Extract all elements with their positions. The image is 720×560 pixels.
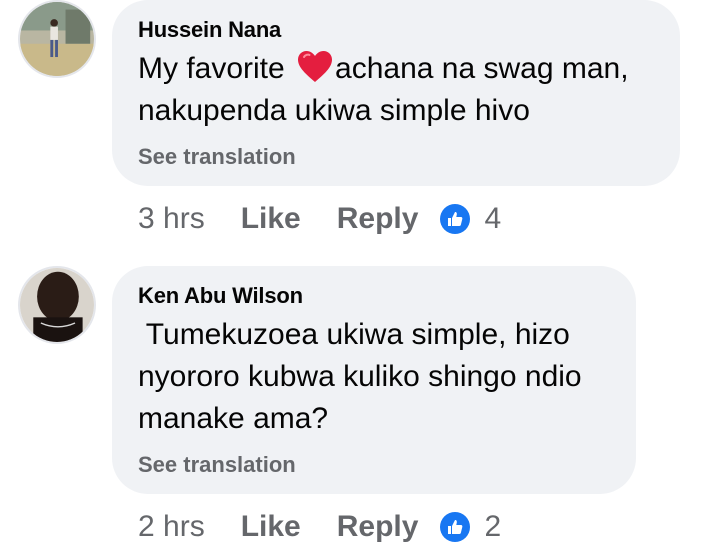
comment-text-part: achana na swag man, [335,52,629,85]
red-heart-icon [297,50,333,84]
comment-text-part: manake ama? [138,402,329,435]
comment-text: Tumekuzoea ukiwa simple, hizo nyororo kub… [138,314,610,440]
reply-button[interactable]: Reply [337,510,419,544]
comment-author[interactable]: Ken Abu Wilson [138,282,610,310]
thumbs-up-icon[interactable] [440,204,471,234]
like-button[interactable]: Like [241,510,301,544]
see-translation-link[interactable]: See translation [138,144,654,170]
reaction-count[interactable]: 2 [484,510,501,544]
comment-text: My favorite achana na swag man, nakupenda… [138,48,654,132]
reaction-count[interactable]: 4 [484,202,501,236]
avatar[interactable] [18,266,96,344]
see-translation-link[interactable]: See translation [138,452,610,478]
comment-text-part: nakupenda ukiwa simple hivo [138,94,530,127]
avatar-photo [20,2,94,76]
like-button[interactable]: Like [241,202,301,236]
comment-bubble: Ken Abu Wilson Tumekuzoea ukiwa simple, … [112,266,636,494]
avatar[interactable] [18,0,96,78]
comment-actions: 3 hrs Like Reply 4 [138,202,501,236]
comment-actions: 2 hrs Like Reply 2 [138,510,501,544]
thumbs-up-icon[interactable] [440,512,471,542]
avatar-photo [20,268,94,342]
reply-button[interactable]: Reply [337,202,419,236]
comment-bubble: Hussein Nana My favorite achana na swag … [112,0,680,186]
comment-author[interactable]: Hussein Nana [138,16,654,44]
comment-text-part: My favorite [138,52,294,85]
comment-timestamp[interactable]: 3 hrs [138,202,205,236]
comment-text-part: nyororo kubwa kuliko shingo ndio [138,360,582,393]
comment-timestamp[interactable]: 2 hrs [138,510,205,544]
comment-text-part: Tumekuzoea ukiwa simple, hizo [138,318,570,351]
